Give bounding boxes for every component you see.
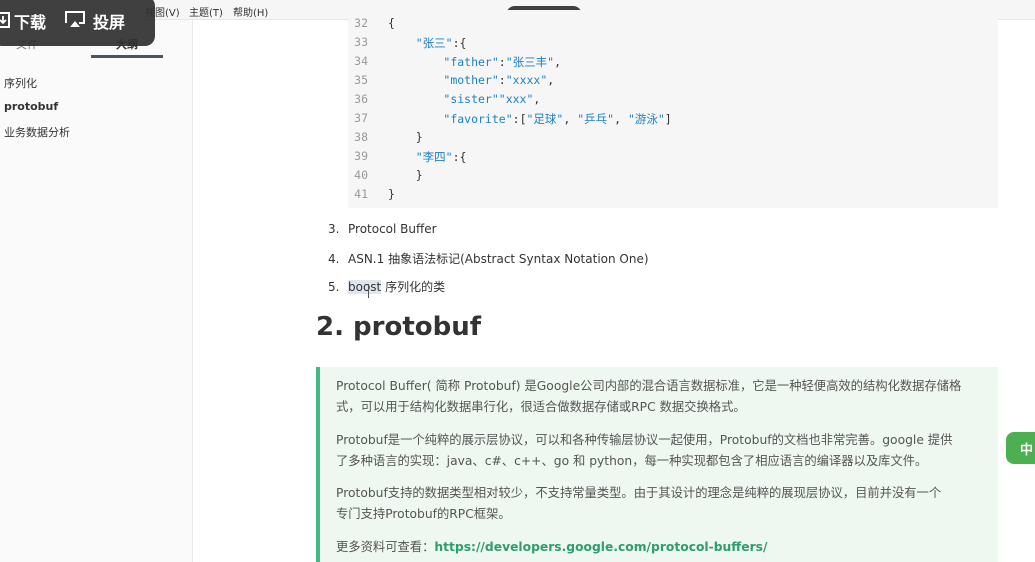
list-item: 3. Protocol Buffer [328,222,437,236]
code-line: 33 "张三":{ [354,35,467,50]
list-item: 4. ASN.1 抽象语法标记(Abstract Syntax Notation … [328,252,649,266]
cast-icon[interactable] [64,9,86,33]
outline-item-protobuf[interactable]: protobuf [4,100,58,113]
code-line: 32{ [354,16,395,30]
code-block: 32{ 33 "张三":{ 34 "father":"张三丰", 35 "mot… [348,10,998,208]
outline-item-business-analysis[interactable]: 业务数据分析 [4,124,70,140]
menu-help[interactable]: 帮助(H) [233,4,268,19]
section-heading: 2. protobuf [316,312,482,342]
download-icon[interactable] [0,11,10,33]
quote-paragraph-3: Protobuf支持的数据类型相对较少，不支持常量类型。由于其设计的理念是纯粹的… [336,486,942,521]
protobuf-docs-link[interactable]: https://developers.google.com/protocol-b… [434,540,767,554]
outline-item-serialization[interactable]: 序列化 [4,75,37,91]
code-line: 40 } [354,168,423,182]
code-line: 37 "favorite":["足球", "乒乓", "游泳"] [354,111,672,126]
video-overlay-toolbar: 下载 投屏 [0,0,155,46]
input-method-tab[interactable]: 中 [1006,432,1035,464]
code-line: 41} [354,187,395,201]
cast-button[interactable]: 投屏 [93,9,125,33]
code-line: 35 "mother":"xxxx", [354,73,555,87]
quote-more-info: 更多资料可查看：https://developers.google.com/pr… [336,540,768,554]
quote-paragraph-2: Protobuf是一个纯粹的展示层协议，可以和各种传输层协议一起使用，Proto… [336,433,953,468]
active-tab-indicator [91,55,163,58]
code-line: 34 "father":"张三丰", [354,54,562,69]
blockquote: Protocol Buffer( 简称 Protobuf) 是Google公司内… [316,367,998,562]
text-cursor-icon [368,284,369,298]
download-button[interactable]: 下载 [14,9,46,33]
sidebar: 文件 大纲 序列化 protobuf 业务数据分析 [0,20,193,562]
code-line: 38 } [354,130,423,144]
list-item: 5. boost 序列化的类 [328,280,446,294]
menu-theme[interactable]: 主题(T) [189,4,223,19]
quote-paragraph-1: Protocol Buffer( 简称 Protobuf) 是Google公司内… [336,379,962,414]
code-line: 36 "sister""xxx", [354,92,541,106]
code-line: 39 "李四":{ [354,149,467,164]
text-selection: boost [348,280,382,294]
